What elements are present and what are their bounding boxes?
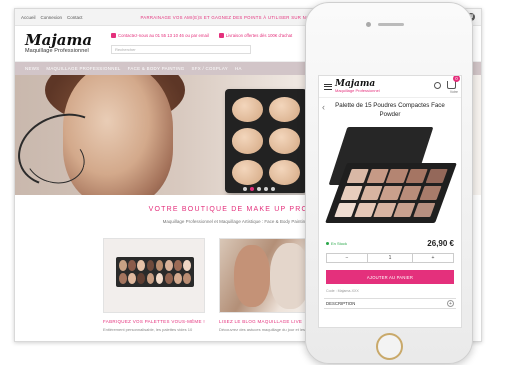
search-icon[interactable] — [434, 81, 441, 89]
top-link-login[interactable]: Connexion — [41, 15, 63, 20]
logo-tagline: Maquillage Professionnel — [25, 47, 89, 54]
contact-info-text: Contactez-nous au 01 55 13 10 46 ou par … — [118, 32, 209, 38]
mobile-logo-tagline: Maquillage Professionnel — [335, 88, 380, 93]
description-label: DESCRIPTION — [326, 301, 356, 306]
add-to-cart-button[interactable]: AJOUTER AU PANIER — [326, 270, 454, 284]
qty-increase-button[interactable]: + — [413, 254, 453, 262]
home-button[interactable] — [376, 333, 403, 360]
product-image[interactable] — [325, 127, 457, 227]
qty-decrease-button[interactable]: − — [327, 254, 367, 262]
eyeshadow-palette — [116, 257, 194, 287]
mobile-header-icons: 0 — [434, 76, 460, 89]
top-links: Accueil Connexion Contact — [21, 15, 101, 20]
search-input[interactable]: Rechercher — [111, 45, 251, 55]
hero-palette-image — [225, 89, 307, 193]
nav-item-pro-makeup[interactable]: MAQUILLAGE PROFESSIONNEL — [46, 66, 120, 71]
product-price: 26,90 € — [427, 239, 454, 248]
delivery-info-text: Livraison offertes dès 100€ d'achat — [225, 32, 293, 38]
qty-value-field[interactable]: 1 — [367, 254, 413, 262]
phone-mockup: Majama Maquillage Professionnel 0 Votre … — [305, 2, 473, 364]
card-title[interactable]: FABRIQUEZ VOS PALETTES VOUS-MÊME ! — [103, 319, 205, 324]
cart-count-badge: 0 — [453, 76, 460, 82]
truck-icon — [218, 33, 224, 39]
palette-base — [325, 163, 457, 223]
nav-item-news[interactable]: NEWS — [25, 66, 39, 71]
slider-dot[interactable] — [257, 187, 261, 191]
blog-model-image — [234, 245, 270, 307]
slider-dots[interactable] — [243, 187, 275, 191]
product-title-row: ‹ Palette de 15 Poudres Compactes Face P… — [319, 98, 461, 119]
product-title: Palette de 15 Poudres Compactes Face Pow… — [335, 102, 445, 118]
feature-card-palettes[interactable]: FABRIQUEZ VOS PALETTES VOUS-MÊME ! Entiè… — [103, 238, 205, 332]
cart-icon[interactable]: 0 — [447, 76, 460, 89]
card-desc: Entièrement personnalisable, les palette… — [103, 327, 193, 332]
expand-icon[interactable]: + — [447, 300, 454, 307]
blog-model-image — [270, 243, 310, 309]
mobile-logo[interactable]: Majama Maquillage Professionnel — [335, 80, 380, 93]
product-code: Code : Majama-XXX — [326, 289, 359, 293]
slider-dot[interactable] — [264, 187, 268, 191]
mobile-screen: Majama Maquillage Professionnel 0 Votre … — [318, 75, 462, 328]
chevron-left-icon[interactable]: ‹ — [322, 102, 330, 112]
nav-item-face-body-painting[interactable]: FACE & BODY PAINTING — [128, 66, 185, 71]
menu-icon[interactable] — [324, 83, 332, 90]
top-link-home[interactable]: Accueil — [21, 15, 36, 20]
top-link-contact[interactable]: Contact — [67, 15, 83, 20]
phone-camera — [366, 22, 371, 27]
contact-info: Contactez-nous au 01 55 13 10 46 ou par … — [111, 32, 209, 39]
phone-speaker — [378, 23, 404, 26]
mobile-header: Majama Maquillage Professionnel 0 Votre — [319, 76, 461, 98]
nav-item-sfx-cosplay[interactable]: SFX / COSPLAY — [192, 66, 229, 71]
quantity-stepper[interactable]: − 1 + — [326, 253, 454, 263]
nav-item-more[interactable]: HA — [235, 66, 242, 71]
slider-dot[interactable] — [243, 187, 247, 191]
phone-icon — [111, 33, 116, 39]
feature-cards: FABRIQUEZ VOS PALETTES VOUS-MÊME ! Entiè… — [103, 238, 321, 332]
logo-name: Majama — [25, 30, 93, 49]
palettes-image — [103, 238, 205, 313]
delivery-info: Livraison offertes dès 100€ d'achat — [218, 32, 293, 39]
site-logo[interactable]: Majama Maquillage Professionnel — [25, 30, 103, 55]
slider-dot-active[interactable] — [250, 187, 254, 191]
description-accordion[interactable]: DESCRIPTION + — [324, 298, 456, 309]
slider-dot[interactable] — [271, 187, 275, 191]
price-row: En Stock 26,90 € — [319, 227, 461, 248]
stock-status: En Stock — [326, 241, 347, 246]
cart-label: Votre — [449, 90, 458, 94]
